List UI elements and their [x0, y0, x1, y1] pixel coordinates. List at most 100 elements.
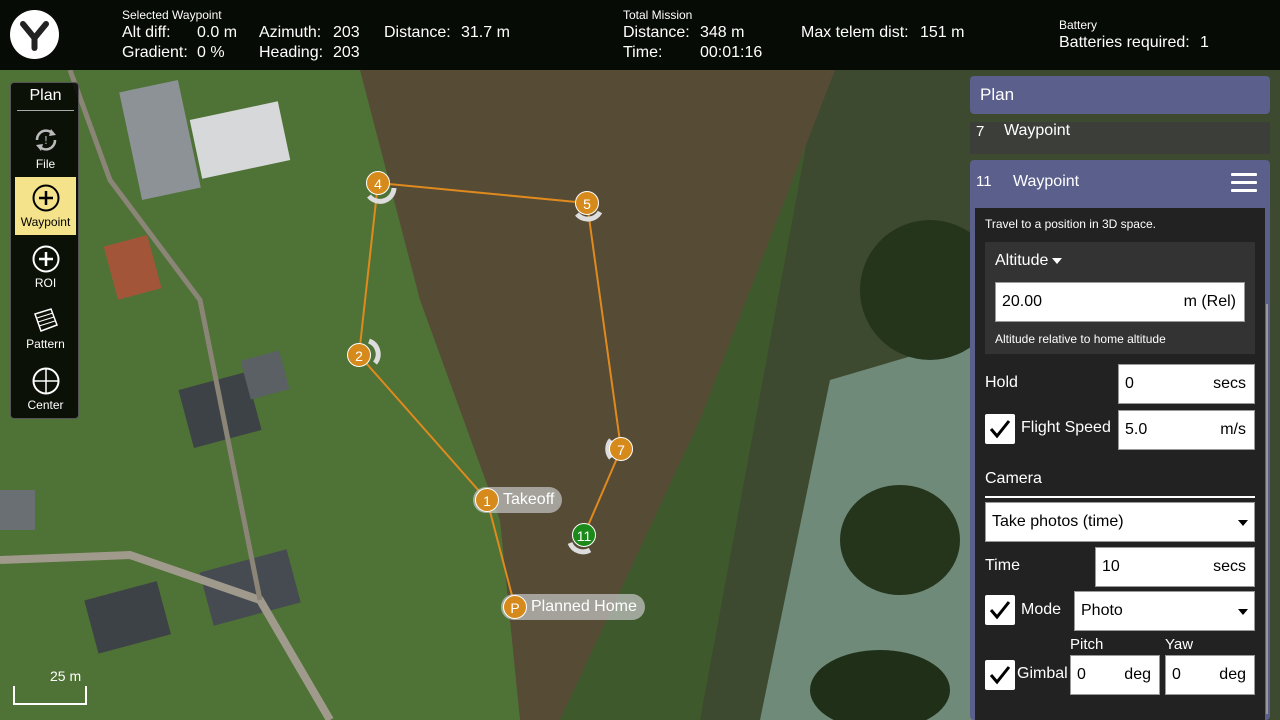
batteries-required-label: Batteries required: [1059, 34, 1190, 51]
plus-circle-icon [32, 245, 59, 273]
camera-divider [985, 496, 1255, 498]
svg-text:!: ! [43, 134, 47, 147]
checkmark-icon [989, 420, 1011, 439]
top-status-bar: Selected Waypoint Alt diff: 0.0 m Gradie… [0, 0, 1280, 70]
time-label: Time [985, 557, 1020, 574]
waypoint-description: Travel to a position in 3D space. [985, 217, 1156, 231]
flight-speed-unit: m/s [1220, 421, 1246, 438]
mission-item-label[interactable]: Waypoint [1013, 173, 1079, 191]
altitude-section: Altitude 20.00 m (Rel) Altitude relative… [985, 242, 1255, 354]
gimbal-label: Gimbal [1017, 665, 1068, 682]
pitch-label: Pitch [1070, 636, 1104, 653]
dropdown-arrow-icon [1238, 609, 1248, 615]
altitude-unit: m (Rel) [1183, 293, 1236, 310]
tool-label: Waypoint [20, 215, 71, 229]
mission-item-11: 11 Waypoint Travel to a position in 3D s… [970, 160, 1270, 720]
waypoint-pin: 7 [609, 437, 633, 461]
pitch-value: 0 [1077, 666, 1086, 683]
checkmark-icon [989, 666, 1011, 685]
panel-scrollbar[interactable] [1266, 304, 1268, 714]
selected-waypoint-title: Selected Waypoint [122, 8, 222, 22]
battery-title: Battery [1059, 18, 1098, 32]
hold-value: 0 [1125, 375, 1134, 392]
waypoint-tool-button[interactable]: Waypoint [15, 177, 76, 235]
altitude-value: 20.00 [1002, 293, 1043, 310]
waypoint-editor: Travel to a position in 3D space. Altitu… [975, 208, 1265, 720]
tool-label: Pattern [26, 337, 65, 351]
azimuth-value: 203 [333, 24, 360, 41]
yaw-value: 0 [1172, 666, 1181, 683]
alt-diff-value: 0.0 m [197, 24, 238, 41]
plan-toolbar: Plan ! File Waypoint ROI Pattern Center [10, 82, 79, 419]
mission-distance-value: 348 m [700, 24, 745, 41]
flight-speed-label: Flight Speed [1021, 419, 1111, 436]
heading-label: Heading: [259, 44, 324, 61]
gimbal-pitch-field[interactable]: 0 deg [1070, 655, 1160, 695]
distance-value: 31.7 m [461, 24, 510, 41]
flight-speed-field[interactable]: 5.0 m/s [1118, 410, 1255, 450]
mode-select[interactable]: Photo [1074, 591, 1255, 631]
camera-action-select[interactable]: Take photos (time) [985, 502, 1255, 542]
total-mission-title: Total Mission [623, 8, 693, 22]
camera-action-value: Take photos (time) [992, 513, 1124, 530]
map-scale: 25 m [12, 668, 88, 708]
mission-time-value: 00:01:16 [700, 44, 763, 61]
mission-item-label: Waypoint [1004, 122, 1071, 139]
tool-label: ROI [34, 276, 57, 290]
plus-circle-icon [32, 184, 59, 212]
roi-tool-button[interactable]: ROI [15, 238, 76, 296]
app-logo-icon[interactable] [10, 10, 59, 59]
pattern-tool-button[interactable]: Pattern [15, 299, 76, 357]
hold-field[interactable]: 0 secs [1118, 364, 1255, 404]
altitude-hint: Altitude relative to home altitude [995, 332, 1166, 346]
altitude-field[interactable]: 20.00 m (Rel) [995, 282, 1245, 322]
heading-value: 203 [333, 44, 360, 61]
flight-speed-checkbox[interactable] [985, 414, 1015, 444]
camera-section-title: Camera [985, 470, 1042, 487]
altitude-mode-dropdown[interactable]: Altitude [995, 252, 1063, 270]
hamburger-menu-icon[interactable] [1231, 173, 1257, 193]
azimuth-label: Azimuth: [259, 24, 322, 41]
mission-distance-label: Distance: [623, 24, 690, 41]
mode-value: Photo [1081, 602, 1123, 619]
yaw-unit: deg [1219, 666, 1246, 683]
gradient-value: 0 % [197, 44, 225, 61]
waypoint-pin: 1 [475, 488, 499, 512]
hold-label: Hold [985, 374, 1018, 391]
scale-bar [13, 686, 87, 705]
file-tool-button[interactable]: ! File [15, 119, 76, 177]
dropdown-arrow-icon [1238, 520, 1248, 526]
mode-label: Mode [1021, 601, 1062, 618]
waypoint-pin: P [503, 595, 527, 619]
mission-item-number: 11 [976, 173, 992, 190]
caret-down-icon [1052, 257, 1063, 264]
waypoint-pin: 5 [575, 191, 599, 215]
hold-unit: secs [1213, 375, 1246, 392]
tool-label: Center [27, 398, 64, 412]
gimbal-yaw-field[interactable]: 0 deg [1165, 655, 1255, 695]
crosshair-icon [32, 367, 59, 395]
plan-header[interactable]: Plan [970, 76, 1270, 114]
mode-checkbox[interactable] [985, 595, 1015, 625]
max-telem-value: 151 m [920, 24, 965, 41]
checkmark-icon [989, 601, 1011, 620]
center-tool-button[interactable]: Center [15, 360, 76, 418]
time-value: 10 [1102, 558, 1120, 575]
time-field[interactable]: 10 secs [1095, 547, 1255, 587]
flight-speed-value: 5.0 [1125, 421, 1148, 438]
grid-pattern-icon [33, 308, 58, 332]
time-unit: secs [1213, 558, 1246, 575]
mission-item-number: 7 [976, 123, 985, 140]
batteries-required-value: 1 [1200, 34, 1209, 51]
mission-item-7[interactable]: 7 Waypoint [970, 122, 1270, 154]
distance-label: Distance: [384, 24, 451, 41]
max-telem-label: Max telem dist: [801, 24, 909, 41]
toolbar-divider [17, 110, 74, 111]
yaw-label: Yaw [1165, 636, 1194, 653]
mission-time-label: Time: [623, 44, 663, 61]
altitude-title: Altitude [995, 252, 1049, 269]
gradient-label: Gradient: [122, 44, 188, 61]
gimbal-checkbox[interactable] [985, 660, 1015, 690]
mission-panel: Plan 7 Waypoint 11 Waypoint Travel to a … [970, 74, 1270, 720]
waypoint-pin: 2 [347, 343, 371, 367]
